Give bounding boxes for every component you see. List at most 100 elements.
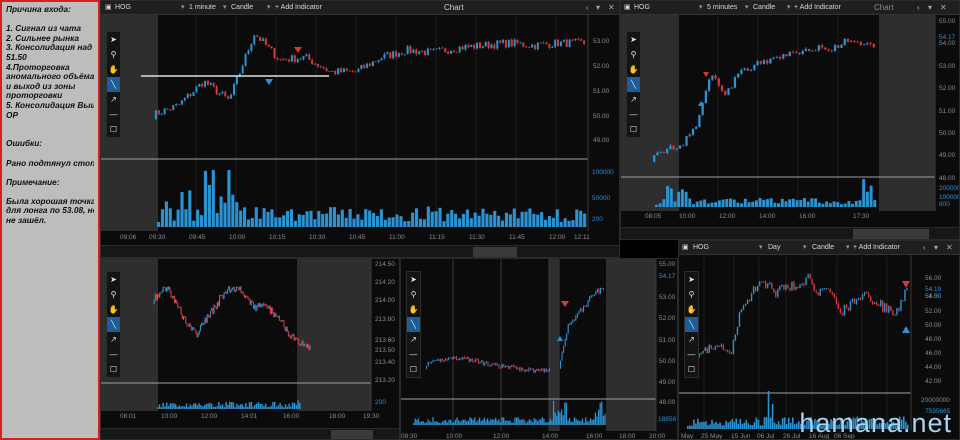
- rect-icon[interactable]: ☐: [685, 362, 698, 377]
- candle-body: [752, 286, 755, 294]
- candle-body: [241, 65, 244, 74]
- volume-bar: [597, 409, 600, 425]
- volume-bar: [215, 213, 219, 227]
- line-icon[interactable]: ╲: [407, 317, 420, 332]
- scroll-navigator[interactable]: [621, 227, 959, 239]
- time-axis-label: 10:45: [349, 234, 366, 241]
- cursor-icon[interactable]: ➤: [685, 272, 698, 287]
- candle-body: [186, 93, 189, 99]
- scroll-navigator[interactable]: [101, 245, 619, 257]
- candle-body: [435, 48, 438, 50]
- volume-bar: [164, 406, 166, 409]
- zoom-icon[interactable]: ⚲: [107, 47, 120, 62]
- volume-bar: [706, 203, 710, 207]
- price-axis-label: 214.50: [375, 261, 395, 268]
- candle-body: [217, 302, 219, 306]
- zoom-icon[interactable]: ⚲: [407, 287, 420, 302]
- volume-bar: [761, 425, 764, 429]
- price-volume-plot[interactable]: [101, 1, 620, 258]
- volume-bar: [395, 214, 399, 227]
- hand-icon[interactable]: ✋: [627, 62, 640, 77]
- line-icon[interactable]: ╲: [685, 317, 698, 332]
- zoom-icon[interactable]: ⚲: [627, 47, 640, 62]
- hline-icon[interactable]: —: [107, 347, 120, 362]
- candle-body: [829, 288, 831, 293]
- navigator-thumb[interactable]: [331, 430, 373, 439]
- rect-icon[interactable]: ☐: [627, 122, 640, 137]
- volume-bar: [263, 405, 265, 409]
- candle-body: [360, 65, 363, 69]
- candle-body: [876, 302, 878, 306]
- hline-icon[interactable]: —: [107, 107, 120, 122]
- candle-body: [168, 286, 170, 290]
- hand-icon[interactable]: ✋: [107, 62, 120, 77]
- line-icon[interactable]: ╲: [107, 317, 120, 332]
- volume-bar: [281, 405, 283, 409]
- volume-bar: [168, 208, 172, 227]
- volume-bar: [567, 220, 571, 227]
- candle-body: [880, 300, 882, 306]
- candle-body: [801, 283, 803, 285]
- volume-bar: [717, 423, 719, 429]
- candle-body: [811, 50, 814, 52]
- volume-bar: [578, 421, 580, 425]
- hand-icon[interactable]: ✋: [407, 302, 420, 317]
- candle-body: [273, 48, 276, 59]
- candle-body: [153, 300, 155, 305]
- price-volume-plot[interactable]: [621, 1, 960, 240]
- volume-bar: [214, 406, 217, 409]
- arrow-icon[interactable]: ↗: [685, 332, 698, 347]
- cursor-icon[interactable]: ➤: [627, 32, 640, 47]
- candle-body: [479, 362, 481, 364]
- candle-body: [576, 313, 578, 317]
- candle-body: [474, 359, 476, 362]
- scroll-navigator[interactable]: [101, 428, 399, 439]
- volume-bar: [391, 217, 395, 227]
- volume-bar: [274, 217, 278, 227]
- zoom-icon[interactable]: ⚲: [107, 287, 120, 302]
- candle-body: [450, 51, 453, 54]
- cursor-icon[interactable]: ➤: [107, 32, 120, 47]
- candle-body: [447, 51, 450, 54]
- navigator-thumb[interactable]: [473, 247, 517, 257]
- candle-body: [580, 39, 583, 41]
- candle-body: [815, 290, 817, 293]
- volume-bar: [227, 169, 231, 227]
- candle-body: [160, 114, 163, 115]
- line-icon[interactable]: ╲: [627, 77, 640, 92]
- rect-icon[interactable]: ☐: [407, 362, 420, 377]
- rect-icon[interactable]: ☐: [107, 122, 120, 137]
- volume-bar: [196, 209, 200, 227]
- candle-body: [760, 281, 763, 283]
- hline-icon[interactable]: —: [685, 347, 698, 362]
- volume-bar: [196, 405, 199, 409]
- price-volume-plot[interactable]: [401, 259, 678, 440]
- volume-bar: [488, 421, 490, 425]
- volume-bar: [275, 406, 278, 409]
- hline-icon[interactable]: —: [627, 107, 640, 122]
- arrow-icon[interactable]: ↗: [407, 332, 420, 347]
- volume-bar: [556, 415, 558, 425]
- zoom-icon[interactable]: ⚲: [685, 287, 698, 302]
- candle-body: [232, 287, 234, 290]
- volume-bar: [176, 209, 180, 227]
- candle-body: [833, 45, 837, 52]
- cursor-icon[interactable]: ➤: [107, 272, 120, 287]
- volume-bar: [203, 170, 208, 227]
- arrow-icon[interactable]: ↗: [107, 332, 120, 347]
- cursor-icon[interactable]: ➤: [407, 272, 420, 287]
- rect-icon[interactable]: ☐: [107, 362, 120, 377]
- hline-icon[interactable]: —: [407, 347, 420, 362]
- volume-bar: [680, 189, 684, 207]
- candle-body: [233, 84, 236, 95]
- arrow-icon[interactable]: ↗: [627, 92, 640, 107]
- volume-bar: [270, 209, 274, 227]
- navigator-thumb[interactable]: [853, 229, 929, 239]
- hand-icon[interactable]: ✋: [107, 302, 120, 317]
- volume-bar: [751, 201, 755, 207]
- line-icon[interactable]: ╲: [107, 77, 120, 92]
- arrow-icon[interactable]: ↗: [107, 92, 120, 107]
- candle-body: [230, 94, 233, 99]
- hand-icon[interactable]: ✋: [685, 302, 698, 317]
- volume-bar: [164, 201, 168, 227]
